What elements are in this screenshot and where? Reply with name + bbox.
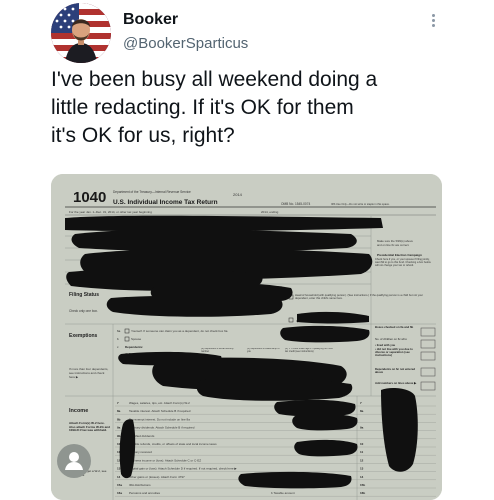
- boxes-checked-note: Boxes checked on 6a and 6b: [375, 326, 414, 329]
- filing-status-4: Head of household (with qualifying perso…: [295, 294, 424, 301]
- income-line-text: Tax-exempt interest. Do not include on l…: [129, 417, 190, 421]
- income-line-text: Pensions and annuities: [129, 491, 161, 495]
- person-icon-button[interactable]: [57, 444, 91, 478]
- income-line-text: Taxable refunds, credits, or offsets of …: [129, 442, 217, 446]
- income-line-text: IRA distributions: [129, 483, 151, 487]
- income-line-number: 14: [117, 475, 121, 479]
- pec-text: Check here if you, or your spouse if fil…: [375, 258, 431, 267]
- form-title: U.S. Individual Income Tax Return: [113, 199, 218, 206]
- redaction-bar: [292, 413, 358, 431]
- income-line-text: Wages, salaries, tips, etc. Attach Form(…: [129, 401, 190, 405]
- income-line-number: 8b: [117, 417, 121, 421]
- income-line-box-number: 9a: [360, 426, 364, 430]
- income-line-box-number: 14: [360, 475, 364, 479]
- pec-title: Presidential Election Campaign: [377, 253, 422, 257]
- redaction-bar: [280, 325, 370, 343]
- attach-forms-note: Attach Form(s) W-2 here. Also attach For…: [69, 422, 110, 433]
- svg-text:6a: 6a: [117, 329, 121, 333]
- income-line-number: 9b: [117, 434, 121, 438]
- form-omb: OMB No. 1545-0074: [281, 202, 310, 206]
- more-horizontal-icon[interactable]: [426, 12, 440, 30]
- add-numbers-note: Add numbers on lines above ▶: [375, 382, 417, 385]
- exemptions-label: Exemptions: [69, 333, 98, 339]
- income-line-box-number: 13: [360, 467, 364, 471]
- tweet: Booker @BookerSparticus I've been busy a…: [0, 0, 494, 500]
- dependents-col-3: (3) Dependent's relationship to you: [247, 348, 280, 353]
- display-name[interactable]: Booker: [123, 11, 178, 29]
- redaction-bar: [274, 399, 356, 417]
- income-line-text: Business income or (loss). Attach Schedu…: [129, 458, 201, 462]
- redaction-bar: [238, 471, 352, 489]
- income-line-number: 9a: [117, 426, 121, 430]
- more-than-four-note: If more than four dependents, see instru…: [69, 368, 109, 379]
- filing-status-label: Filing Status: [69, 292, 99, 298]
- user-handle[interactable]: @BookerSparticus: [123, 35, 248, 52]
- exemption-6c: Dependents:: [125, 345, 143, 349]
- avatar-image: [51, 3, 111, 63]
- form-number: 1040: [73, 189, 106, 206]
- tweet-text-line: little redacting. If it's OK for them: [51, 96, 354, 119]
- redaction-bar: [106, 295, 283, 317]
- redaction-bar: [65, 215, 383, 232]
- redaction-bar: [71, 229, 357, 252]
- income-line-box-number: 8a: [360, 409, 364, 413]
- income-line-box-number: 15b: [360, 483, 365, 487]
- did-not-live-note: • did not live with you due to divorce o…: [375, 348, 413, 358]
- income-line-subtext: b Taxable amount: [271, 491, 295, 495]
- income-line-box-number: 10: [360, 442, 364, 446]
- income-line-number: 8a: [117, 409, 121, 413]
- income-label: Income: [69, 408, 88, 414]
- income-line-text: Taxable interest. Attach Schedule B if r…: [129, 409, 191, 413]
- avatar[interactable]: [51, 3, 111, 63]
- tweet-media-image[interactable]: 1040 Department of the Treasury—Internal…: [51, 174, 442, 500]
- form-year: 2014: [233, 192, 243, 197]
- dependents-col-4: (4) ✓ if child under age 17 qualifying f…: [285, 348, 333, 353]
- exemption-6a: Yourself. If someone can claim you as a …: [131, 329, 228, 333]
- tweet-text: I've been busy all weekend doing a littl…: [51, 66, 461, 150]
- income-line-number: 13: [117, 467, 121, 471]
- dependents-col-2: (2) Dependent's social security number: [201, 348, 234, 353]
- dependents-6c-note: Dependents on 6c not entered above: [375, 368, 416, 375]
- lived-with-note: • lived with you: [375, 343, 396, 347]
- income-line-text: Capital gain or (loss). Attach Schedule …: [129, 467, 237, 471]
- check-only-label: Check only one box.: [69, 309, 98, 313]
- income-line-box-number: 11: [360, 450, 364, 454]
- tax-form-image: 1040 Department of the Treasury—Internal…: [51, 174, 442, 500]
- redaction-bar: [294, 439, 358, 457]
- form-year-line: For the year Jan. 1–Dec. 31, 2014, or ot…: [69, 210, 152, 214]
- no-children-note: No. of children on 6c who:: [375, 337, 408, 341]
- income-line-number: 16a: [117, 491, 122, 495]
- income-line-number: 15a: [117, 483, 122, 487]
- form-dept-line: Department of the Treasury—Internal Reve…: [113, 190, 191, 194]
- income-line-box-number: 16b: [360, 491, 365, 495]
- form-year-line-2: 2014, ending: [261, 210, 279, 214]
- form-irs-use: IRS Use Only—Do not write or staple in t…: [331, 202, 390, 206]
- tweet-text-line: I've been busy all weekend doing a: [51, 68, 378, 91]
- tweet-text-line: it's OK for us, right?: [51, 124, 235, 147]
- exemption-6b: Spouse: [131, 337, 142, 341]
- income-line-text: Other gains or (losses). Attach Form 479…: [129, 475, 185, 479]
- ssn-note-2: and on line 6c are correct.: [377, 243, 410, 247]
- income-line-text: Ordinary dividends. Attach Schedule B if…: [129, 426, 195, 430]
- income-line-box-number: 12: [360, 458, 364, 462]
- person-icon: [65, 452, 83, 470]
